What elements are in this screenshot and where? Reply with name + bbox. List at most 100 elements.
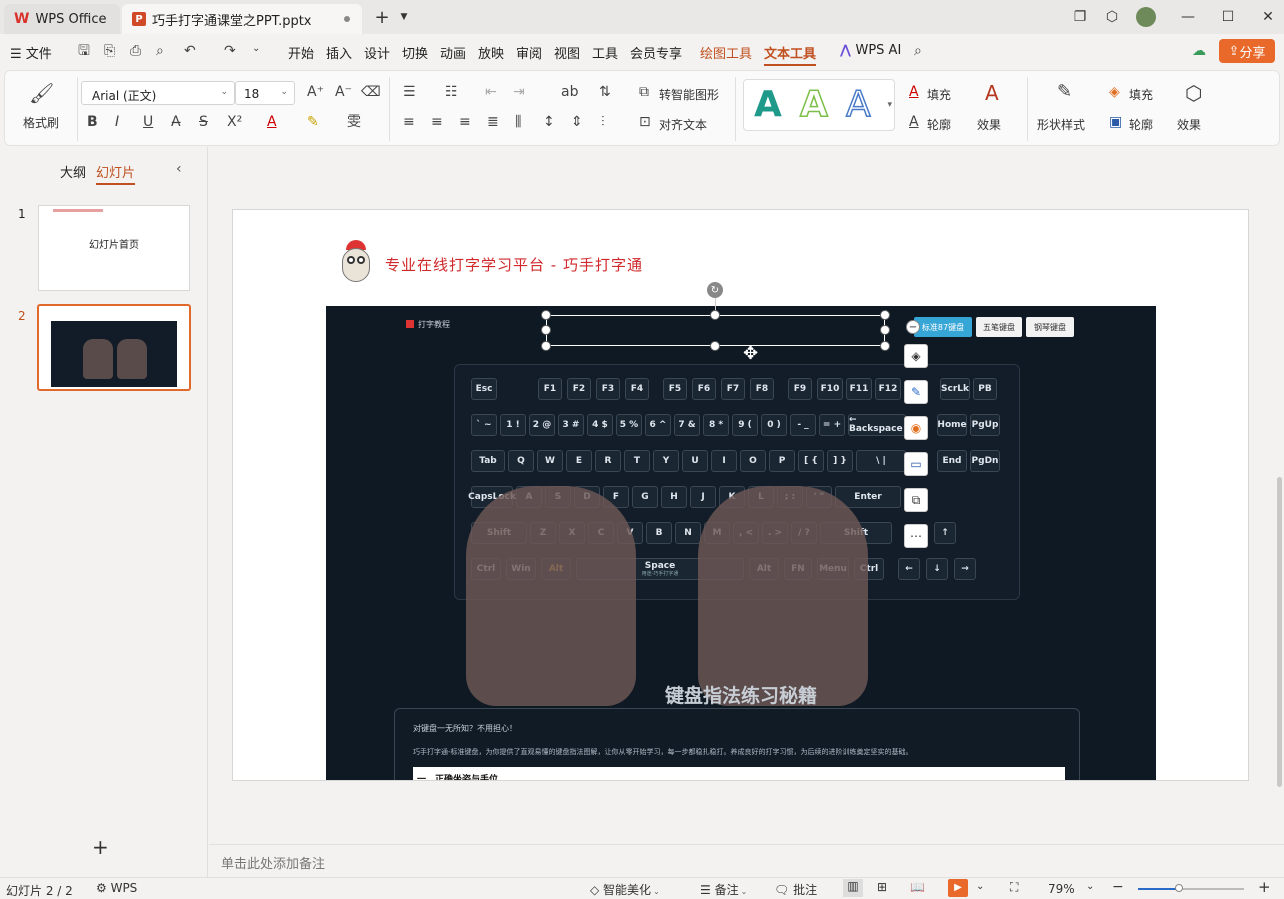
vertical-scrollbar[interactable] (1275, 147, 1284, 844)
close-icon[interactable]: ✕ (1256, 6, 1280, 28)
more-chevron-icon[interactable]: ⌄ (252, 44, 260, 54)
clear-format-icon[interactable]: ⌫ (361, 85, 381, 99)
menu-text-tools[interactable]: 文本工具 (764, 43, 817, 66)
smart-beautify-button[interactable]: ◇ 智能美化 ⌄ (590, 881, 660, 898)
font-color-icon[interactable]: A (267, 115, 277, 129)
shape-style-button[interactable]: 形状样式 (1037, 116, 1085, 133)
shape-effect-icon[interactable]: ⬡ (1185, 83, 1202, 103)
slide-header-text[interactable]: 专业在线打字学习平台 - 巧手打字通 (385, 254, 643, 275)
collapse-toolbar-icon[interactable]: − (906, 320, 920, 334)
chevron-down-icon[interactable]: ⌄ (976, 881, 984, 892)
zoom-slider[interactable] (1138, 884, 1244, 892)
unsaved-dot-icon[interactable] (344, 16, 350, 22)
strikethrough-icon[interactable]: S (199, 115, 208, 129)
menu-tools[interactable]: 工具 (592, 43, 618, 62)
align-left-icon[interactable]: ≡ (403, 115, 415, 129)
cube-icon[interactable]: ⬡ (1100, 6, 1124, 28)
export-icon[interactable]: ⎘ (104, 44, 115, 58)
zoom-out-icon[interactable]: − (1112, 879, 1124, 895)
maximize-icon[interactable]: ☐ (1216, 6, 1240, 28)
text-fill-button[interactable]: 填充 (927, 86, 951, 103)
wordart-style-teal[interactable]: A (754, 84, 782, 125)
print-icon[interactable]: ⎙ (130, 44, 141, 58)
outline-icon[interactable]: ▭ (904, 452, 928, 476)
cloud-sync-icon[interactable]: ☁ (1192, 44, 1206, 58)
tab-outline[interactable]: 大纲 (60, 162, 86, 181)
menu-design[interactable]: 设计 (364, 43, 390, 62)
underline-icon[interactable]: U (143, 115, 153, 129)
shape-outline-button[interactable]: 轮廓 (1129, 116, 1153, 133)
convert-smart-shape-button[interactable]: 转智能图形 (659, 86, 719, 103)
redo-icon[interactable]: ↷ (224, 44, 236, 58)
shape-effect-button[interactable]: 效果 (1177, 116, 1201, 133)
shape-edit-icon[interactable]: ⧉ (904, 488, 928, 512)
search-icon[interactable]: ⌕ (914, 44, 922, 58)
increase-indent-icon[interactable]: ⇥ (513, 85, 525, 99)
phonetic-icon[interactable]: 雯 (347, 115, 361, 129)
shape-fill-button[interactable]: 填充 (1129, 86, 1153, 103)
text-direction-icon[interactable]: ab (561, 85, 578, 99)
resize-handle[interactable] (541, 341, 551, 351)
increase-font-icon[interactable]: A⁺ (307, 85, 324, 99)
undo-icon[interactable]: ↶ (184, 44, 196, 58)
text-effect-icon[interactable]: A (985, 83, 999, 103)
wordart-style-blue[interactable]: A (845, 83, 871, 126)
avatar[interactable] (1134, 6, 1158, 28)
save-icon[interactable]: 🖫 (78, 44, 90, 58)
play-slideshow-icon[interactable]: ▶ (948, 879, 968, 897)
print-preview-icon[interactable]: ⌕ (156, 44, 164, 58)
highlight-icon[interactable]: ✎ (307, 115, 319, 129)
menu-view[interactable]: 视图 (554, 43, 580, 62)
menu-member[interactable]: 会员专享 (630, 43, 682, 62)
shape-style-icon[interactable]: ✎ (1057, 83, 1072, 101)
italic-icon[interactable]: I (115, 115, 119, 129)
zoom-level[interactable]: 79% (1048, 882, 1075, 896)
text-outline-icon[interactable]: A (909, 115, 919, 129)
menu-slideshow[interactable]: 放映 (478, 43, 504, 62)
menu-start[interactable]: 开始 (288, 43, 314, 62)
comments-button[interactable]: 🗨 批注 (774, 881, 817, 898)
menu-review[interactable]: 审阅 (516, 43, 542, 62)
embedded-screenshot[interactable]: 打字教程 标准87键盘 五笔键盘 钢琴键盘 Esc F1 F2 F3 F4 F5… (326, 306, 1156, 780)
resize-handle[interactable] (541, 310, 551, 320)
align-text-icon[interactable]: ⊡ (639, 115, 651, 129)
menu-animation[interactable]: 动画 (440, 43, 466, 62)
tab-slides[interactable]: 幻灯片 (96, 162, 136, 185)
menu-drawing-tools[interactable]: 绘图工具 (700, 43, 752, 62)
resize-handle[interactable] (880, 310, 890, 320)
shape-fill-icon[interactable]: ◈ (1109, 85, 1120, 99)
resize-handle[interactable] (710, 310, 720, 320)
notes-area[interactable]: 单击此处添加备注 (209, 844, 1284, 877)
format-painter-icon[interactable]: 🖌 (29, 83, 54, 103)
add-slide-icon[interactable]: + (92, 835, 109, 859)
align-center-icon[interactable]: ≡ (431, 115, 443, 129)
new-tab-icon[interactable]: + (370, 6, 394, 28)
text-effect-button[interactable]: 效果 (977, 116, 1001, 133)
resize-handle[interactable] (880, 341, 890, 351)
menu-file[interactable]: ☰ 文件 (10, 43, 52, 62)
text-fill-icon[interactable]: A (909, 85, 919, 99)
sort-icon[interactable]: ⇅ (599, 85, 611, 99)
justify-icon[interactable]: ≣ (487, 115, 499, 129)
collapse-panel-icon[interactable]: ‹ (176, 161, 182, 177)
slide-thumbnail-1[interactable]: 幻灯片首页 (38, 205, 190, 291)
superscript-icon[interactable]: X² (227, 115, 242, 129)
font-size-select[interactable]: 18 ⌄ (235, 81, 295, 105)
menu-wps-ai[interactable]: ⋀ WPS AI (840, 43, 901, 58)
grid-view-icon[interactable]: ⊞ (877, 880, 887, 894)
notes-toggle-button[interactable]: ☰ 备注 ⌄ (700, 881, 747, 898)
resize-handle[interactable] (710, 341, 720, 351)
pen-style-icon[interactable]: ✎ (904, 380, 928, 404)
menu-transition[interactable]: 切换 (402, 43, 428, 62)
chevron-down-icon[interactable]: ⌄ (1086, 881, 1094, 892)
window-restore-icon[interactable]: ❐ (1068, 6, 1092, 28)
text-outline-button[interactable]: 轮廓 (927, 116, 951, 133)
resize-handle[interactable] (880, 325, 890, 335)
wps-status-button[interactable]: ⚙ WPS (96, 881, 137, 895)
fill-bucket-icon[interactable]: ◉ (904, 416, 928, 440)
bold-icon[interactable]: B (87, 115, 98, 129)
smart-shape-icon[interactable]: ⧉ (639, 85, 649, 99)
font-name-select[interactable]: Arial (正文) ⌄ (81, 81, 235, 105)
chevron-down-icon[interactable]: ▼ (392, 6, 416, 28)
menu-insert[interactable]: 插入 (326, 43, 352, 62)
